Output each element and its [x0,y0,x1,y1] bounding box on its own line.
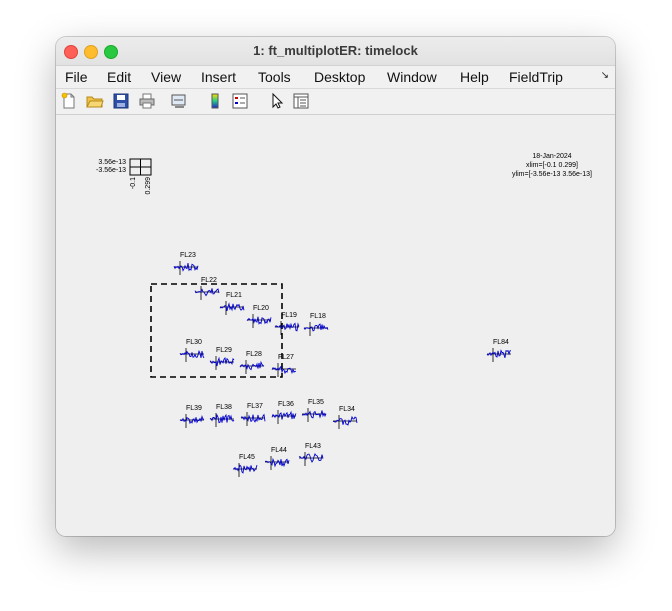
menu-desktop[interactable]: Desktop [314,69,365,85]
info-xlim: xlim=[-0.1 0.299] [526,162,578,169]
channel-plot-fl38[interactable]: FL38 [209,404,235,427]
scale-ymin-label: -3.56e-13 [96,167,126,174]
channel-plot-fl43[interactable]: FL43 [298,443,324,466]
channel-plot-fl34[interactable]: FL34 [332,406,358,429]
menu-edit[interactable]: Edit [107,69,131,85]
channel-trace [303,323,329,332]
channel-label: FL35 [308,399,324,406]
menu-overflow-icon[interactable]: ↘ [601,70,609,81]
toolbar [56,89,615,115]
menu-fieldtrip[interactable]: FieldTrip [509,69,563,85]
channel-trace [179,349,205,359]
menu-window[interactable]: Window [387,69,437,85]
channel-label: FL43 [305,443,321,450]
channel-plot-fl44[interactable]: FL44 [265,447,290,470]
channel-plot-fl27[interactable]: FL27 [271,354,297,377]
channel-label: FL36 [278,401,294,408]
plot-info: 18-Jan-2024 xlim=[-0.1 0.299] ylim=[-3.5… [512,153,592,178]
menu-bar: File Edit View Insert Tools Desktop Wind… [56,66,615,89]
link-icon[interactable] [170,92,188,110]
channel-axes [304,322,328,336]
channel-plot-fl20[interactable]: FL20 [246,305,272,328]
channel-trace [239,360,265,371]
channel-label: FL39 [186,405,202,412]
channel-label: FL30 [186,339,202,346]
channel-plot-fl19[interactable]: FL19 [274,312,300,335]
property-inspector-icon[interactable] [292,92,310,110]
pointer-icon[interactable] [268,92,286,110]
info-date: 18-Jan-2024 [532,153,571,160]
scale-ymax-label: 3.56e-13 [98,159,126,166]
channel-trace [271,365,297,375]
colorbar-icon[interactable] [206,92,224,110]
print-icon[interactable] [138,92,156,110]
menu-view[interactable]: View [151,69,181,85]
channel-plot-fl29[interactable]: FL29 [209,347,235,370]
channel-label: FL84 [493,339,509,346]
menu-help[interactable]: Help [460,69,489,85]
channel-axes [302,408,326,422]
channel-trace [265,457,290,468]
info-ylim: ylim=[-3.56e-13 3.56e-13] [512,171,592,178]
save-icon[interactable] [112,92,130,110]
channel-label: FL19 [281,312,297,319]
channel-plot-fl21[interactable]: FL21 [219,292,245,315]
channel-plot-fl84[interactable]: FL84 [486,339,512,362]
channel-plots: FL23 FL22 FL21 FL20 FL19 FL18 FL30 FL29 FL28 FL27… [173,252,512,477]
channel-trace [301,410,327,419]
plot-canvas[interactable]: 3.56e-13 -3.56e-13 -0.1 0.299 18-Jan-202… [56,115,615,536]
channel-label: FL23 [180,252,196,259]
channel-label: FL37 [247,403,263,410]
channel-label: FL18 [310,313,326,320]
channel-label: FL22 [201,277,217,284]
window-title: 1: ft_multiplotER: timelock [253,43,418,58]
channel-label: FL20 [253,305,269,312]
channel-plot-fl22[interactable]: FL22 [194,277,220,300]
channel-label: FL29 [216,347,232,354]
channel-trace [209,356,235,367]
channel-plot-fl35[interactable]: FL35 [301,399,327,422]
channel-plot-fl28[interactable]: FL28 [239,351,265,374]
channel-label: FL45 [239,454,255,461]
channel-label: FL34 [339,406,355,413]
title-bar[interactable]: 1: ft_multiplotER: timelock [56,37,615,66]
channel-plot-fl36[interactable]: FL36 [271,401,297,424]
multiplot-svg[interactable]: 3.56e-13 -3.56e-13 -0.1 0.299 18-Jan-202… [56,115,615,536]
channel-label: FL28 [246,351,262,358]
channel-plot-fl30[interactable]: FL30 [179,339,205,362]
channel-label: FL27 [278,354,294,361]
figure-window: 1: ft_multiplotER: timelock File Edit Vi… [56,37,615,536]
channel-plot-fl23[interactable]: FL23 [173,252,199,275]
channel-plot-fl18[interactable]: FL18 [303,313,329,336]
scale-xmax-label: 0.299 [145,177,152,195]
channel-trace [232,464,258,474]
menu-insert[interactable]: Insert [201,69,236,85]
channel-plot-fl45[interactable]: FL45 [232,454,258,477]
channel-plot-fl39[interactable]: FL39 [179,405,205,428]
channel-label: FL38 [216,404,232,411]
channel-label: FL21 [226,292,242,299]
channel-label: FL44 [271,447,287,454]
new-figure-icon[interactable] [60,92,78,110]
menu-file[interactable]: File [65,69,88,85]
scale-axes: 3.56e-13 -3.56e-13 -0.1 0.299 [96,158,152,195]
open-file-icon[interactable] [86,92,104,110]
scale-xmin-label: -0.1 [130,177,137,189]
channel-plot-fl37[interactable]: FL37 [240,403,266,426]
legend-icon[interactable] [231,92,249,110]
menu-tools[interactable]: Tools [258,69,291,85]
